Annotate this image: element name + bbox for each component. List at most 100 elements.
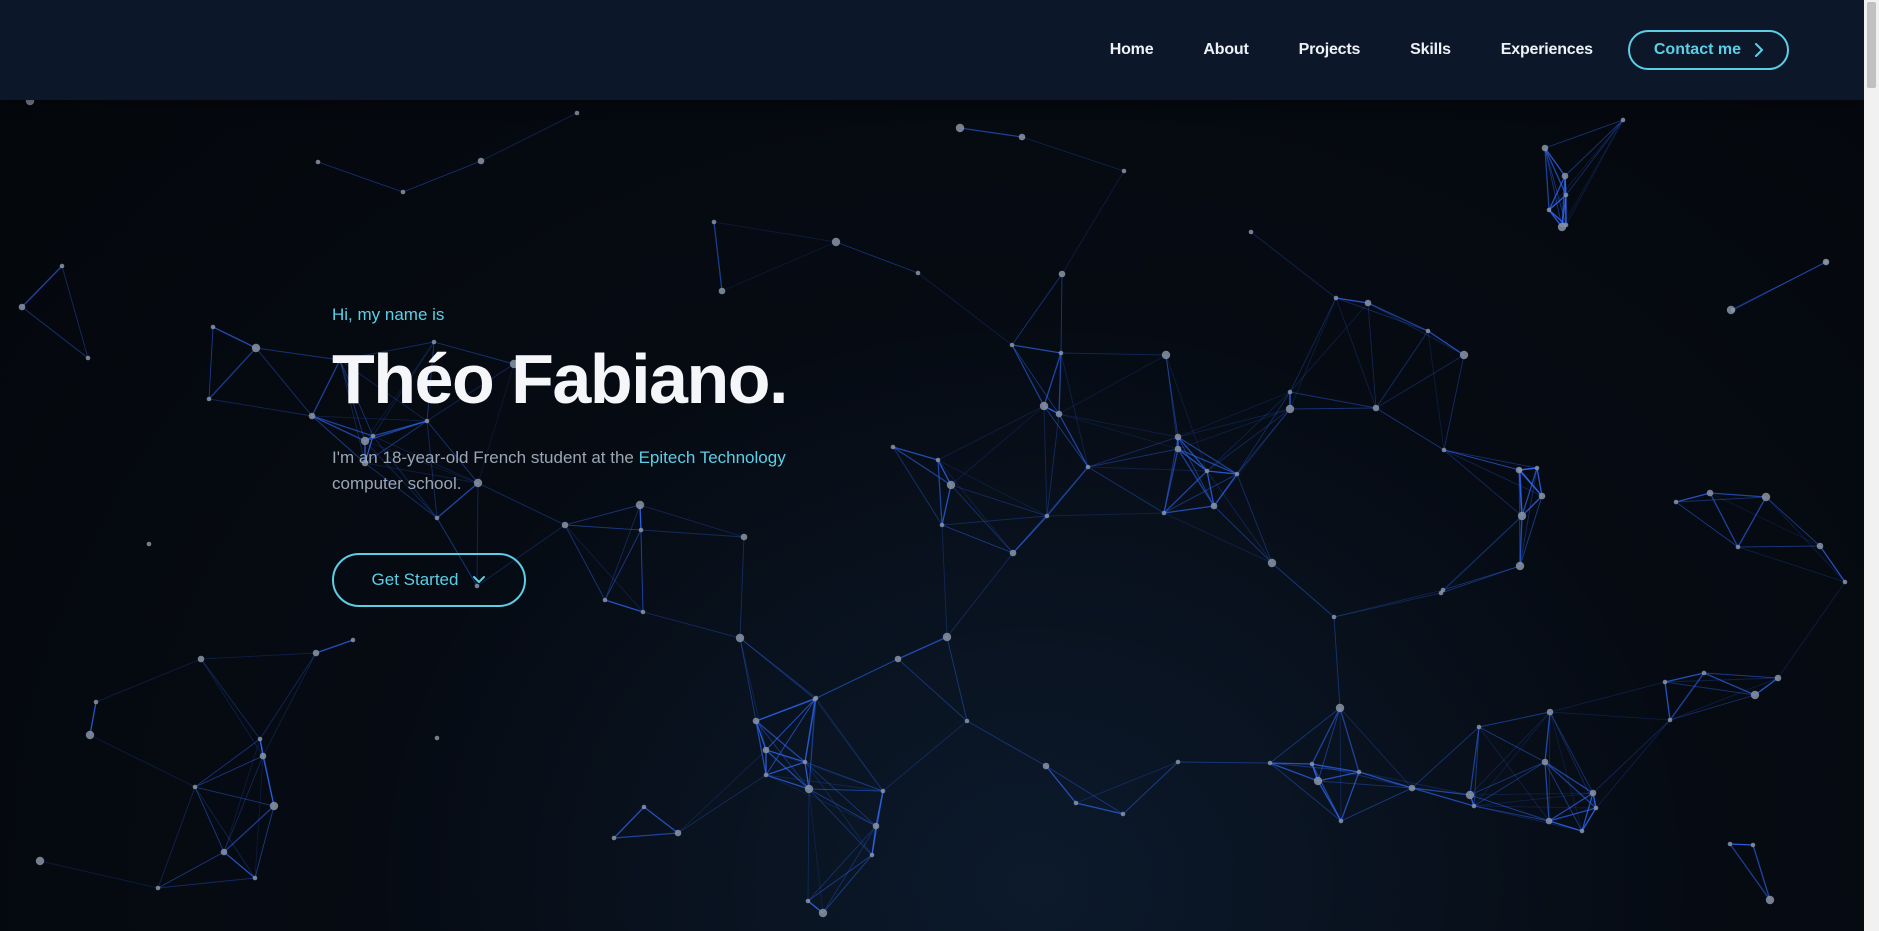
network-node [1459,350,1469,360]
nav-experiences-link[interactable]: Experiences [1501,41,1593,59]
network-node [18,303,26,311]
network-node [1331,614,1337,620]
network-link [1043,405,1048,517]
network-node [1055,410,1063,418]
network-link [208,326,214,400]
network-link [1339,707,1413,789]
network-node [1267,760,1273,766]
network-link [937,459,1048,517]
page: Home About Projects Skills Experiences C… [0,0,1879,931]
network-link [1367,302,1377,409]
network-node [192,784,198,790]
network-link [1075,761,1179,804]
network-link [1058,413,1089,468]
network-node [1842,579,1848,585]
network-link [1737,496,1767,548]
network-node [400,189,406,195]
page-scrollbar[interactable] [1864,0,1879,931]
network-node [805,898,811,904]
network-node [1515,561,1525,571]
network-link [1564,119,1624,177]
network-link [480,112,578,162]
network-node [718,287,726,295]
network-link [765,749,810,790]
network-link [255,347,341,361]
network-node [640,609,646,615]
network-link [1165,354,1179,438]
network-link [739,637,767,751]
network-node [259,752,267,760]
network-node [1541,144,1549,152]
nav-about-link[interactable]: About [1203,41,1248,59]
scrollbar-thumb[interactable] [1867,2,1876,88]
network-node [220,848,228,856]
network-node [1058,350,1064,356]
network-link [721,241,837,292]
network-link [262,652,317,757]
network-link [1709,492,1767,498]
network-node [1073,800,1079,806]
network-link [677,774,767,834]
network-node [1730,307,1736,313]
network-node [1557,222,1567,232]
network-link [1339,707,1342,822]
network-link [1271,562,1335,618]
network-link [937,405,1045,461]
contact-me-button[interactable]: Contact me [1627,30,1789,70]
network-link [194,786,275,807]
network-link [1548,711,1551,822]
get-started-button[interactable]: Get Started [332,553,526,607]
network-link [157,877,256,889]
network-link [946,636,968,722]
network-node [1546,708,1554,716]
network-link [613,832,679,839]
network-link [157,786,196,889]
network-node [1042,762,1050,770]
network-link [966,720,1047,767]
network-link [1122,761,1179,815]
network-link [1443,449,1538,469]
network-node [813,695,819,701]
particle-network-background [18,96,1848,918]
network-node [251,343,261,353]
network-node [1372,404,1380,412]
network-node [1234,471,1240,477]
network-node [894,655,902,663]
network-link [1669,677,1779,721]
network-node [197,655,205,663]
network-link [89,701,97,736]
network-link [1177,408,1291,438]
network-link [1427,330,1465,356]
chevron-down-icon [473,576,486,583]
network-node [1538,492,1546,500]
network-node [308,412,316,420]
network-link [1339,707,1360,773]
network-node [1545,817,1553,825]
network-node [1441,447,1447,453]
network-node [802,759,808,765]
network-link [254,805,275,879]
network-link [1061,170,1125,275]
network-link [815,658,899,699]
network-link [1675,496,1767,503]
nav-skills-link[interactable]: Skills [1410,41,1451,59]
network-link [1213,505,1273,564]
hero-name: Théo Fabiano. [332,340,788,418]
network-link [200,652,317,660]
network-node [1313,776,1323,786]
network-link [1443,449,1543,497]
network-node [574,110,580,116]
nav-home-link[interactable]: Home [1110,41,1154,59]
nav-projects-link[interactable]: Projects [1299,41,1361,59]
network-link [807,825,877,902]
network-node [1018,133,1026,141]
network-node [1364,299,1372,307]
network-link [1544,761,1550,822]
main-nav: Home About Projects Skills Experiences C… [1110,30,1789,70]
network-link [1269,762,1342,822]
network-link [1177,761,1271,764]
network-link [1058,352,1062,415]
network-node [1204,468,1210,474]
network-link [808,788,877,827]
network-node [1750,842,1756,848]
